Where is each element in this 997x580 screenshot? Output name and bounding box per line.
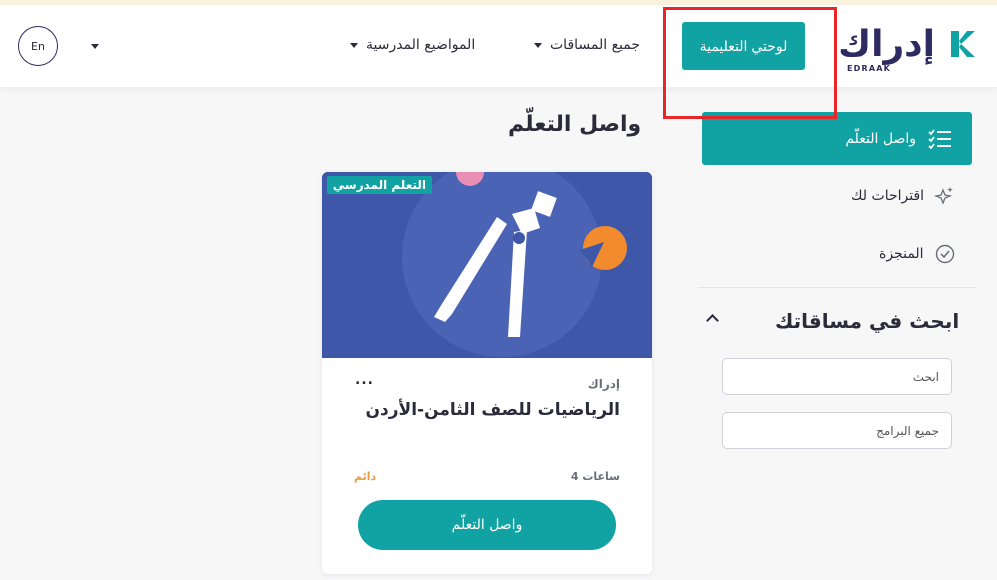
- sparkle-star-icon: [934, 187, 954, 205]
- nav-school-subjects-label: المواضيع المدرسية: [366, 37, 476, 53]
- sidebar-item-label: اقتراحات لك: [851, 188, 925, 204]
- user-menu-chevron-icon[interactable]: [91, 44, 99, 49]
- chevron-down-icon: [534, 42, 542, 48]
- checklist-icon: [928, 128, 951, 149]
- sidebar-item-completed[interactable]: المنجزة: [879, 243, 956, 265]
- logo-mark-icon: [951, 31, 975, 57]
- chevron-down-icon: [350, 42, 358, 48]
- search-input[interactable]: ابحث: [722, 358, 952, 395]
- nav-school-subjects[interactable]: المواضيع المدرسية: [350, 37, 475, 53]
- programs-select[interactable]: جميع البرامج: [722, 412, 952, 449]
- edraak-logo[interactable]: إدراك EDRAAK: [838, 23, 983, 75]
- my-dashboard-button[interactable]: لوحتي التعليمية: [682, 22, 805, 70]
- compass-illustration-icon: [322, 172, 652, 358]
- logo-text: إدراك: [838, 24, 935, 65]
- course-provider: إدراك: [587, 377, 620, 391]
- check-badge-icon: [935, 244, 954, 264]
- language-switch-button[interactable]: En: [18, 26, 58, 66]
- course-title[interactable]: الرياضيات للصف الثامن-الأردن: [366, 400, 620, 420]
- more-options-icon[interactable]: ...: [355, 372, 374, 388]
- sidebar-item-continue-learning[interactable]: واصل التعلّم: [702, 112, 972, 165]
- sidebar-divider: [698, 287, 976, 288]
- search-section-title: ابحث في مساقاتك: [775, 309, 960, 333]
- category-tag: التعلم المدرسي: [326, 176, 432, 194]
- page-title: واصل التعلّم: [508, 112, 642, 137]
- continue-learning-button[interactable]: واصل التعلّم: [358, 500, 616, 550]
- nav-all-courses-label: جميع المساقات: [550, 37, 641, 53]
- header: إدراك EDRAAK لوحتي التعليمية جميع المساق…: [0, 5, 997, 87]
- sidebar-item-label: واصل التعلّم: [845, 130, 916, 147]
- nav-all-courses[interactable]: جميع المساقات: [534, 37, 640, 53]
- collapse-chevron-up-icon[interactable]: [706, 314, 719, 327]
- course-duration: 4 ساعات: [570, 470, 620, 483]
- sidebar-item-suggestions[interactable]: اقتراحات لك: [851, 186, 954, 206]
- course-card[interactable]: التعلم المدرسي إدراك ... الرياضيات للصف …: [322, 172, 652, 574]
- course-image: التعلم المدرسي: [322, 172, 652, 358]
- logo-subtext: EDRAAK: [847, 64, 892, 73]
- sidebar-item-label: المنجزة: [879, 246, 924, 262]
- course-status: دائم: [354, 470, 377, 483]
